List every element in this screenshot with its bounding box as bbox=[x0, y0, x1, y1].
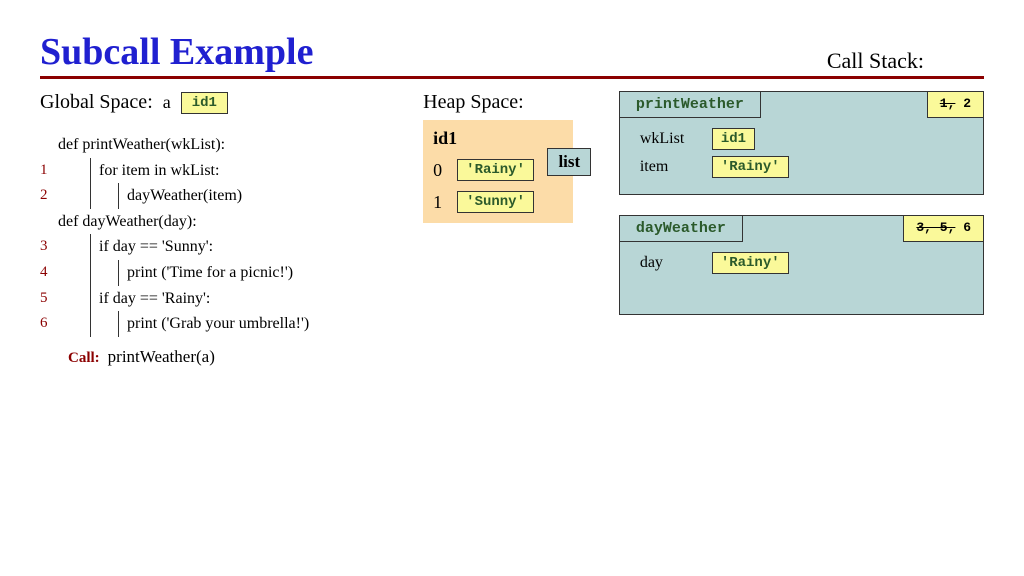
global-var-value: id1 bbox=[181, 92, 228, 114]
global-var-name: a bbox=[163, 92, 171, 113]
code-line: def printWeather(wkList): bbox=[40, 132, 405, 158]
code-block: def printWeather(wkList):1 for item in wk… bbox=[40, 132, 405, 337]
line-number: 1 bbox=[40, 158, 58, 182]
frame-var-name: wkList bbox=[640, 130, 700, 148]
frame-var: item 'Rainy' bbox=[640, 156, 971, 178]
code-text: if day == 'Sunny': bbox=[90, 234, 213, 260]
call-label: Call: bbox=[68, 350, 100, 366]
frame-var-value: 'Rainy' bbox=[712, 156, 789, 178]
line-number: 5 bbox=[40, 286, 58, 310]
heap-item: 1 'Sunny' bbox=[433, 191, 563, 213]
code-line: 6 print ('Grab your umbrella!') bbox=[40, 311, 405, 337]
stack-frame: printWeather 1, 2 wkList id1 item 'Rainy' bbox=[619, 91, 984, 195]
stack-column: printWeather1, 2wkListid1item'Rainy'dayW… bbox=[619, 91, 984, 370]
global-space: Global Space: a id1 bbox=[40, 91, 405, 114]
line-number: 6 bbox=[40, 311, 58, 335]
global-label: Global Space: bbox=[40, 91, 153, 114]
heap-column: Heap Space: id1 list 0 'Rainy' 1 'Sunny' bbox=[423, 91, 601, 370]
code-text: if day == 'Rainy': bbox=[90, 286, 210, 312]
frame-name: printWeather bbox=[620, 92, 761, 118]
callstack-label: Call Stack: bbox=[827, 48, 924, 74]
heap-index: 1 bbox=[433, 192, 447, 213]
heap-index: 0 bbox=[433, 160, 447, 181]
code-line: 4 print ('Time for a picnic!') bbox=[40, 260, 405, 286]
heap-value: 'Rainy' bbox=[457, 159, 534, 181]
code-text: def printWeather(wkList): bbox=[58, 132, 225, 158]
code-line: def dayWeather(day): bbox=[40, 209, 405, 235]
frame-name: dayWeather bbox=[620, 216, 743, 242]
code-line: 5 if day == 'Rainy': bbox=[40, 286, 405, 312]
frame-var: day 'Rainy' bbox=[640, 252, 971, 274]
frame-var-name: day bbox=[640, 254, 700, 272]
line-number: 2 bbox=[40, 183, 58, 207]
heap-item: 0 'Rainy' bbox=[433, 159, 563, 181]
code-line: 1 for item in wkList: bbox=[40, 158, 405, 184]
stack-frame: dayWeather 3, 5, 6 day 'Rainy' bbox=[619, 215, 984, 315]
frame-var: wkList id1 bbox=[640, 128, 971, 150]
frame-var-value: 'Rainy' bbox=[712, 252, 789, 274]
code-text: def dayWeather(day): bbox=[58, 209, 197, 235]
left-column: Global Space: a id1 def printWeather(wkL… bbox=[40, 91, 405, 370]
frame-counter: 1, 2 bbox=[927, 92, 983, 118]
page-title: Subcall Example bbox=[40, 30, 313, 74]
frame-var-name: item bbox=[640, 158, 700, 176]
title-row: Subcall Example Call Stack: bbox=[40, 30, 984, 79]
line-number: 4 bbox=[40, 260, 58, 284]
call-text: printWeather(a) bbox=[108, 347, 215, 366]
heap-label: Heap Space: bbox=[423, 91, 601, 114]
code-line: 2 dayWeather(item) bbox=[40, 183, 405, 209]
frame-var-value: id1 bbox=[712, 128, 755, 150]
code-text: print ('Time for a picnic!') bbox=[118, 260, 293, 286]
heap-object: id1 list 0'Rainy'1'Sunny' bbox=[423, 120, 573, 223]
call-line: Call: printWeather(a) bbox=[68, 343, 405, 371]
heap-object-type: list bbox=[547, 148, 591, 176]
code-text: print ('Grab your umbrella!') bbox=[118, 311, 309, 337]
line-number: 3 bbox=[40, 234, 58, 258]
code-text: for item in wkList: bbox=[90, 158, 219, 184]
code-line: 3 if day == 'Sunny': bbox=[40, 234, 405, 260]
heap-object-id: id1 bbox=[433, 128, 563, 149]
frame-counter: 3, 5, 6 bbox=[903, 216, 983, 242]
heap-value: 'Sunny' bbox=[457, 191, 534, 213]
code-text: dayWeather(item) bbox=[118, 183, 242, 209]
